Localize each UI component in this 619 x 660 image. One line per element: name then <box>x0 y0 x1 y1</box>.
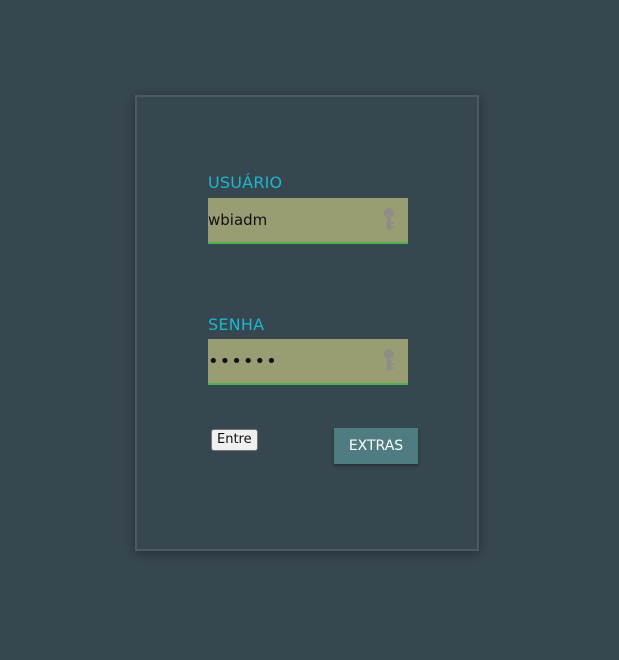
extras-button[interactable]: EXTRAS <box>334 428 418 464</box>
password-field-container <box>208 339 408 385</box>
key-icon <box>382 207 396 233</box>
username-label: USUÁRIO <box>208 173 283 192</box>
password-input[interactable] <box>208 339 378 383</box>
key-icon <box>382 348 396 374</box>
login-card: USUÁRIO SENHA Entre EXTRAS <box>135 95 479 551</box>
username-input[interactable] <box>208 198 378 242</box>
password-label: SENHA <box>208 315 265 334</box>
submit-button[interactable]: Entre <box>211 429 258 451</box>
username-field-container <box>208 198 408 244</box>
